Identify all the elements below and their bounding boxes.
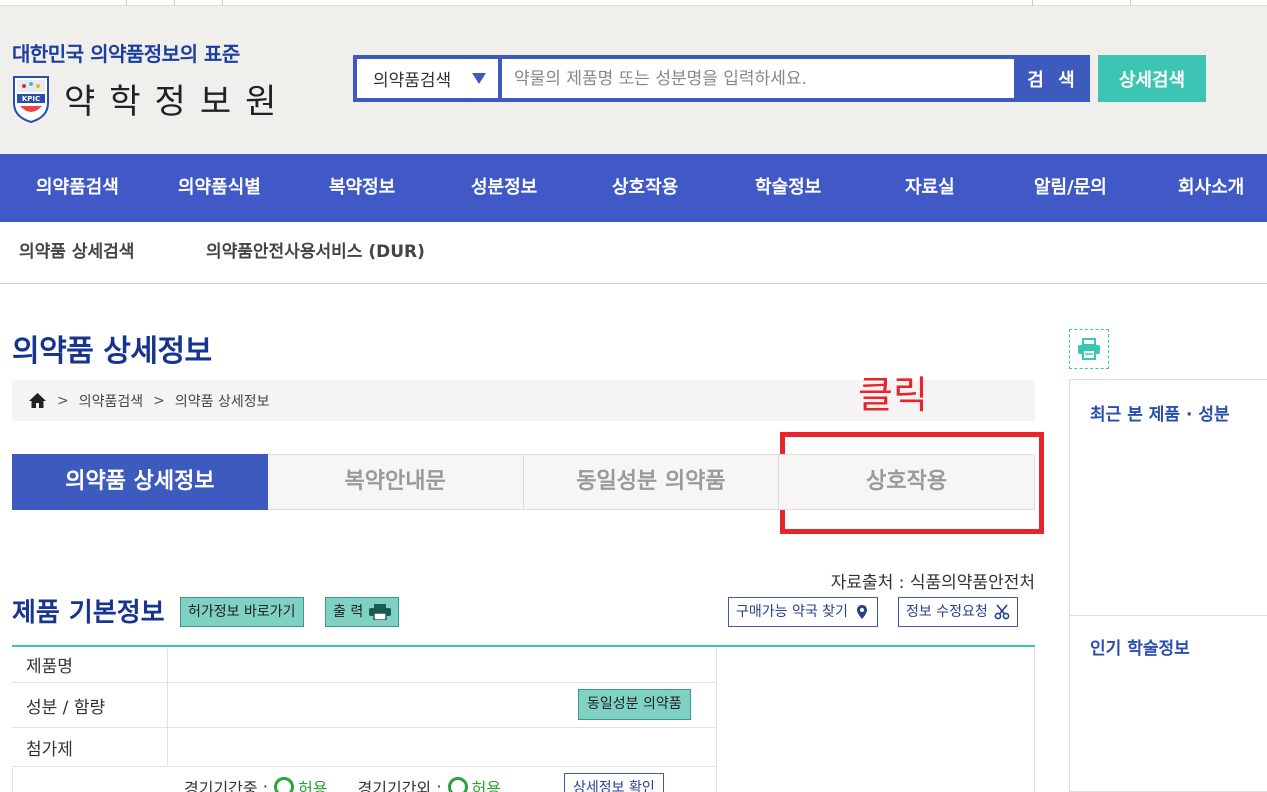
row-label: 첨가제 (12, 728, 168, 766)
allowed-circle-icon (447, 777, 468, 792)
subnav-detailed-search[interactable]: 의약품 상세검색 (19, 222, 134, 284)
home-icon[interactable] (28, 392, 47, 409)
main-navigation: 의약품검색 의약품식별 복약정보 성분정보 상호작용 학술정보 자료실 알림/문… (0, 154, 1267, 222)
subnav-dur[interactable]: 의약품안전사용서비스 (DUR) (206, 222, 425, 284)
search-category-select[interactable]: 의약품검색 (357, 59, 502, 98)
table-border (1034, 647, 1035, 792)
top-utility-strip (0, 0, 1267, 6)
out-period-value: 허용 (471, 779, 502, 792)
strip-divider (126, 0, 127, 6)
nav-archive[interactable]: 자료실 (905, 154, 955, 222)
in-period-label: 경기기간중 : (184, 779, 269, 792)
tab-medication-guide[interactable]: 복약안내문 (267, 454, 524, 510)
click-annotation-label: 클릭 (858, 373, 928, 417)
page-print-button[interactable] (1069, 329, 1109, 369)
print-button[interactable]: 출 력 (325, 597, 400, 627)
sub-navigation: 의약품 상세검색 의약품안전사용서비스 (DUR) (0, 222, 1267, 284)
chevron-right-icon: > (153, 392, 165, 409)
search-bar: 의약품검색 (353, 55, 1018, 102)
advanced-search-button[interactable]: 상세검색 (1098, 55, 1206, 102)
chevron-right-icon: > (57, 392, 69, 409)
print-button-label: 출 력 (333, 604, 364, 620)
find-pharmacy-button-label: 구매가능 약국 찾기 (736, 604, 848, 620)
recent-viewed-title: 최근 본 제품 · 성분 (1090, 405, 1230, 425)
dropdown-arrow-icon (472, 73, 486, 84)
side-divider (1070, 615, 1267, 616)
find-pharmacy-button[interactable]: 구매가능 약국 찾기 (728, 597, 878, 627)
page-title: 의약품 상세정보 (12, 334, 212, 369)
edit-request-button-label: 정보 수정요청 (906, 604, 988, 620)
product-info-table: 제품명 성분 / 함량 동일성분 의약품 첨가제 경기기간중 : 허용 경기기간… (12, 645, 1035, 792)
side-panel: 최근 본 제품 · 성분 인기 학술정보 (1069, 379, 1267, 792)
logo-text: 약학정보원 (64, 82, 291, 122)
tab-drug-detail[interactable]: 의약품 상세정보 (12, 454, 268, 510)
nav-ingredient-info[interactable]: 성분정보 (471, 154, 537, 222)
strip-divider (1032, 0, 1033, 6)
nav-drug-identification[interactable]: 의약품식별 (178, 154, 261, 222)
nav-medication-info[interactable]: 복약정보 (329, 154, 395, 222)
breadcrumb-item-current: 의약품 상세정보 (174, 393, 270, 410)
search-button[interactable]: 검 색 (1016, 55, 1090, 102)
search-category-value: 의약품검색 (373, 71, 452, 91)
out-period-label: 경기기간외 : (357, 779, 442, 792)
site-logo[interactable]: KPIC 약학정보원 (12, 74, 290, 123)
printer-icon (369, 604, 392, 620)
strip-divider (174, 0, 175, 6)
site-slogan: 대한민국 의약품정보의 표준 (12, 42, 240, 66)
nav-company[interactable]: 회사소개 (1178, 154, 1244, 222)
license-info-button-label: 허가정보 바로가기 (188, 604, 296, 620)
table-row-product-name: 제품명 (12, 647, 717, 683)
logo-badge-text: KPIC (22, 95, 40, 103)
same-ingredient-button[interactable]: 동일성분 의약품 (578, 689, 691, 720)
edit-request-button[interactable]: 정보 수정요청 (898, 597, 1018, 627)
nav-academic-info[interactable]: 학술정보 (755, 154, 821, 222)
detail-tabs: 의약품 상세정보 복약안내문 동일성분 의약품 상호작용 (12, 454, 1035, 510)
scissors-icon (994, 604, 1010, 620)
row-label: 제품명 (12, 647, 168, 682)
table-row-additive: 첨가제 (12, 728, 717, 767)
section-title: 제품 기본정보 (12, 598, 165, 628)
search-input[interactable] (502, 59, 1014, 98)
tab-same-ingredient[interactable]: 동일성분 의약품 (523, 454, 780, 510)
breadcrumb-item[interactable]: 의약품검색 (79, 391, 143, 411)
in-period-value: 허용 (298, 779, 328, 792)
map-pin-icon (856, 605, 867, 619)
kpic-shield-logo-icon: KPIC (13, 75, 49, 123)
data-source-text: 자료출처 : 식품의약품안전처 (830, 573, 1035, 593)
nav-interaction[interactable]: 상호작용 (612, 154, 678, 222)
nav-notice-inquiry[interactable]: 알림/문의 (1034, 154, 1107, 222)
pregnancy-info: 경기기간중 : 허용 경기기간외 : 허용 (184, 775, 531, 792)
printer-icon (1078, 338, 1100, 360)
detail-info-button[interactable]: 상세정보 확인 (564, 773, 664, 792)
license-info-button[interactable]: 허가정보 바로가기 (180, 597, 304, 627)
tab-interaction[interactable]: 상호작용 (779, 454, 1035, 510)
popular-academic-title: 인기 학술정보 (1090, 639, 1190, 659)
nav-drug-search[interactable]: 의약품검색 (36, 154, 119, 222)
strip-divider (222, 0, 223, 6)
site-header: 대한민국 의약품정보의 표준 KPIC 약학정보원 의약품검색 검 색 상세검색 (0, 0, 1267, 154)
allowed-circle-icon (274, 777, 295, 792)
row-label: 성분 / 함량 (12, 683, 168, 727)
strip-divider (1130, 0, 1131, 6)
